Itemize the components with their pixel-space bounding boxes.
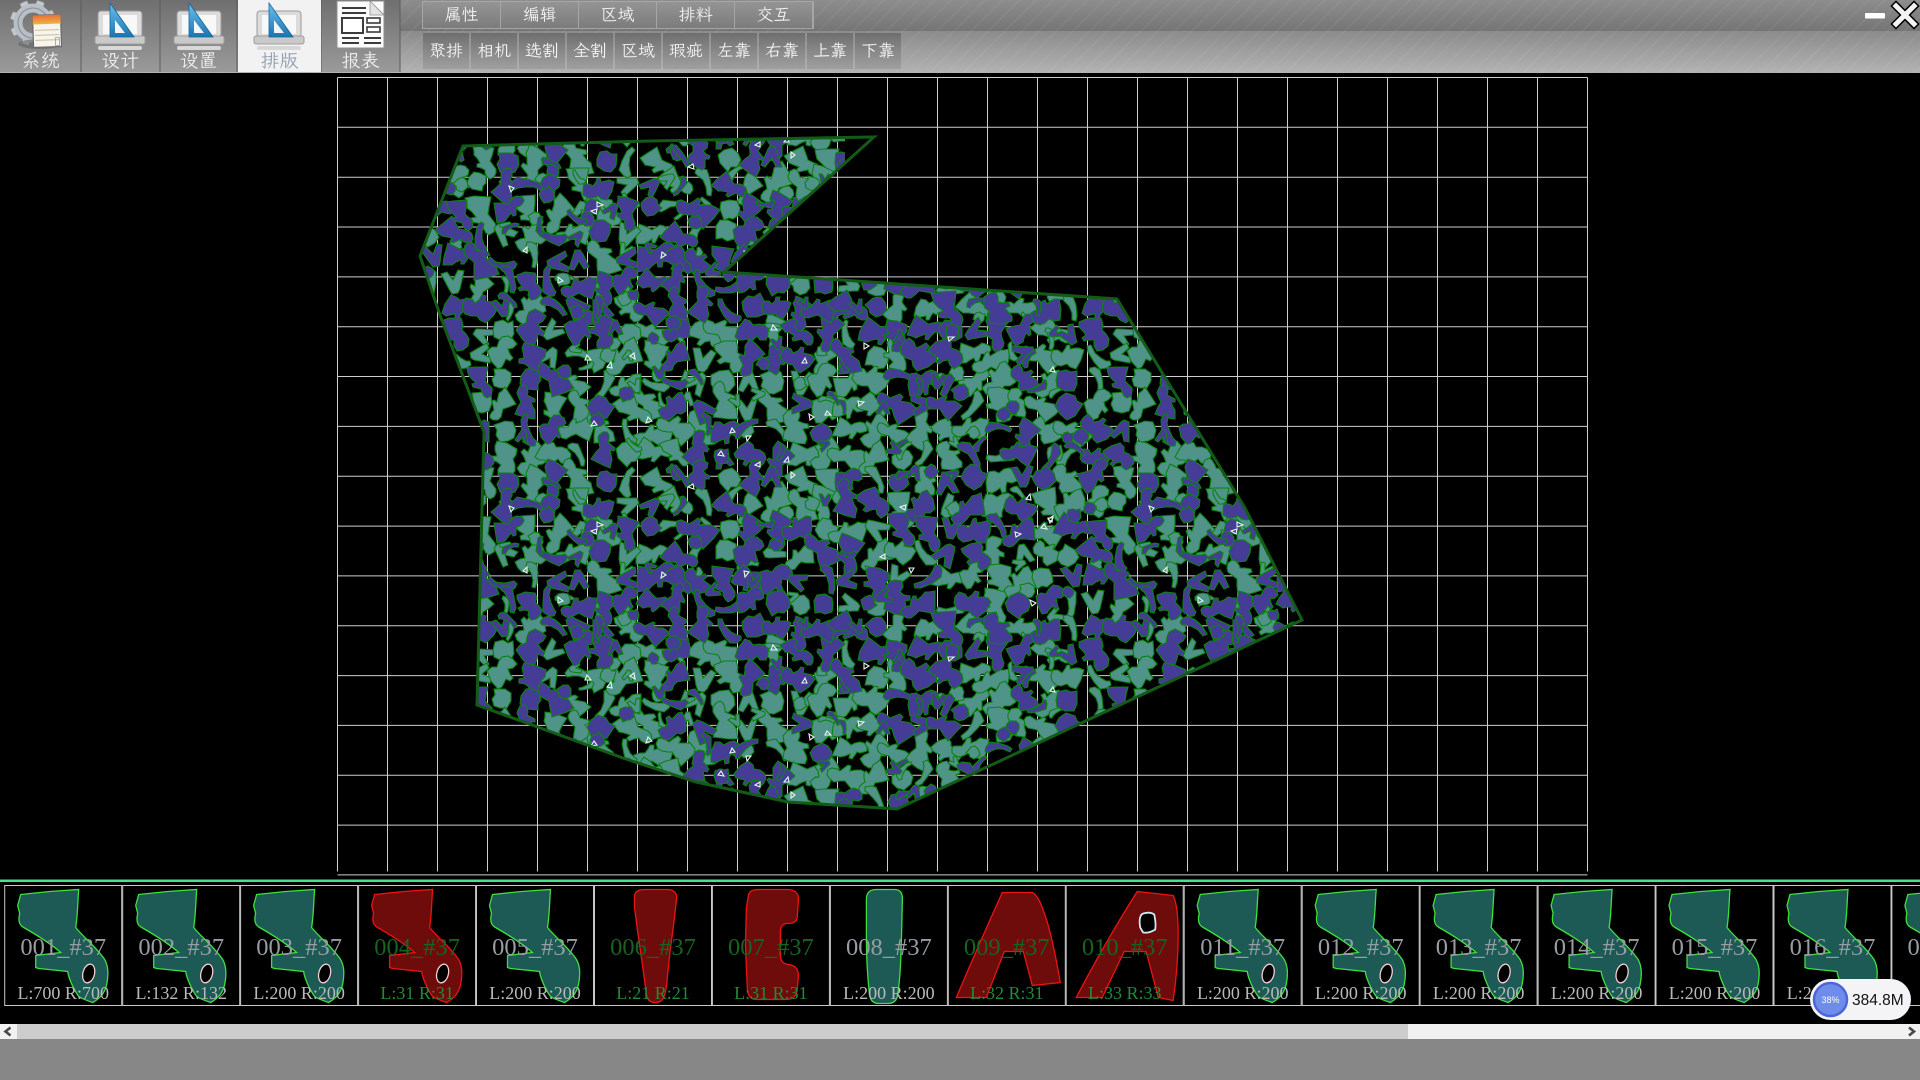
svg-text:011_#37: 011_#37 — [1200, 934, 1285, 961]
svg-text:L:200 R:200: L:200 R:200 — [843, 983, 935, 1003]
svg-text:L:32 R:31: L:32 R:31 — [970, 983, 1044, 1003]
svg-text:001_#37: 001_#37 — [20, 934, 106, 961]
svg-text:L:21 R:21: L:21 R:21 — [616, 983, 690, 1003]
svg-text:005_#37: 005_#37 — [492, 934, 578, 961]
svg-text:004_#37: 004_#37 — [374, 934, 460, 961]
svg-text:006_#37: 006_#37 — [610, 934, 696, 961]
svg-text:016_#37: 016_#37 — [1790, 934, 1876, 961]
svg-text:L:200 R:200: L:200 R:200 — [489, 983, 581, 1003]
svg-text:L:200 R:200: L:200 R:200 — [1315, 983, 1407, 1003]
svg-text:L:200 R:200: L:200 R:200 — [1197, 983, 1289, 1003]
svg-text:012_#37: 012_#37 — [1318, 934, 1404, 961]
svg-text:008_#37: 008_#37 — [846, 934, 932, 961]
svg-text:002_#37: 002_#37 — [138, 934, 224, 961]
svg-text:015_#37: 015_#37 — [1672, 934, 1758, 961]
svg-text:L:200 R:200: L:200 R:200 — [1433, 983, 1525, 1003]
svg-text:L:200 R:200: L:200 R:200 — [1669, 983, 1761, 1003]
svg-text:007_#37: 007_#37 — [728, 934, 814, 961]
svg-text:010_#37: 010_#37 — [1082, 934, 1168, 961]
svg-text:L:700 R:700: L:700 R:700 — [17, 983, 109, 1003]
svg-text:L:31 R:31: L:31 R:31 — [734, 983, 808, 1003]
svg-text:L:200 R:200: L:200 R:200 — [253, 983, 345, 1003]
svg-text:384.8M: 384.8M — [1852, 992, 1904, 1009]
svg-text:009_#37: 009_#37 — [964, 934, 1050, 961]
svg-text:017_#37: 017_#37 — [1908, 934, 1920, 961]
svg-text:003_#37: 003_#37 — [256, 934, 342, 961]
svg-text:L:31 R:31: L:31 R:31 — [380, 983, 454, 1003]
svg-text:L:200 R:200: L:200 R:200 — [1551, 983, 1643, 1003]
svg-text:38%: 38% — [1821, 995, 1839, 1005]
svg-text:013_#37: 013_#37 — [1436, 934, 1522, 961]
svg-text:L:33 R:33: L:33 R:33 — [1088, 983, 1162, 1003]
svg-text:L:132 R:132: L:132 R:132 — [135, 983, 227, 1003]
svg-text:014_#37: 014_#37 — [1554, 934, 1640, 961]
